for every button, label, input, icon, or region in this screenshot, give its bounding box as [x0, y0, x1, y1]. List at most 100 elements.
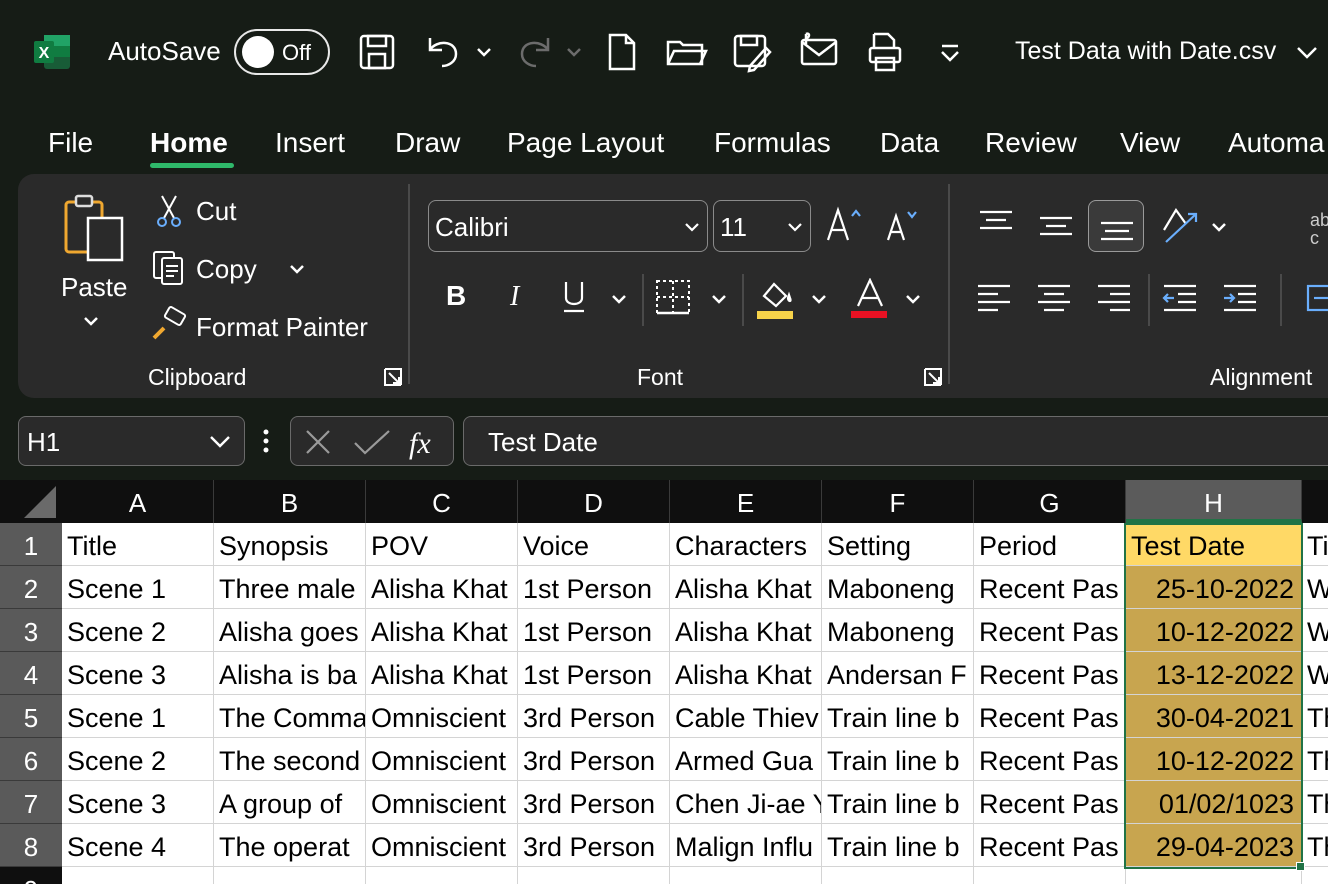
font-launcher-icon[interactable]	[922, 366, 944, 388]
table-cell[interactable]: Recent Pas	[974, 824, 1126, 867]
header-cell[interactable]: POV	[366, 523, 518, 566]
table-cell[interactable]: Omniscient	[366, 695, 518, 738]
tab-insert[interactable]: Insert	[275, 127, 345, 159]
title-chevron-down-icon[interactable]	[1294, 40, 1320, 66]
table-cell[interactable]: 3rd Person	[518, 781, 670, 824]
table-cell[interactable]: Omniscient	[366, 738, 518, 781]
customize-toolbar-icon[interactable]	[930, 30, 970, 74]
table-cell[interactable]: Recent Pas	[974, 566, 1126, 609]
borders-icon[interactable]	[654, 278, 692, 316]
table-cell[interactable]: Alisha Khat	[366, 566, 518, 609]
row-header-1[interactable]: 1	[0, 523, 62, 566]
underline-dropdown-icon[interactable]	[608, 288, 630, 310]
more-options-icon[interactable]	[260, 426, 272, 456]
decrease-font-size-icon[interactable]	[884, 208, 924, 244]
empty-cell[interactable]	[1126, 867, 1302, 884]
table-cell[interactable]: Maboneng	[822, 566, 974, 609]
orientation-dropdown-icon[interactable]	[1208, 216, 1230, 238]
table-cell[interactable]: Scene 2	[62, 738, 214, 781]
table-cell[interactable]: Armed Gua	[670, 738, 822, 781]
table-cell[interactable]: Train line b	[822, 824, 974, 867]
save-as-icon[interactable]	[730, 30, 774, 74]
table-cell[interactable]: 1st Person	[518, 609, 670, 652]
table-cell[interactable]: Train line b	[822, 738, 974, 781]
cut-label[interactable]: Cut	[196, 196, 236, 227]
formula-input[interactable]: Test Date	[463, 416, 1328, 466]
autosave-toggle[interactable]: Off	[234, 29, 330, 75]
column-header-a[interactable]: A	[62, 480, 214, 523]
table-cell[interactable]: Th	[1302, 824, 1328, 867]
tab-home[interactable]: Home	[150, 127, 228, 159]
increase-indent-icon[interactable]	[1222, 280, 1258, 316]
table-cell[interactable]: Omniscient	[366, 824, 518, 867]
copy-dropdown-icon[interactable]	[286, 258, 308, 280]
font-size-combo[interactable]: 11	[713, 200, 811, 252]
row-header-2[interactable]: 2	[0, 566, 62, 609]
merge-center-icon[interactable]	[1306, 280, 1328, 316]
table-cell[interactable]: Alisha Khat	[670, 609, 822, 652]
empty-cell[interactable]	[670, 867, 822, 884]
tab-page-layout[interactable]: Page Layout	[507, 127, 664, 159]
table-cell[interactable]: Maboneng	[822, 609, 974, 652]
empty-cell[interactable]	[822, 867, 974, 884]
header-cell[interactable]: Ti	[1302, 523, 1328, 566]
select-all-corner[interactable]	[0, 480, 62, 523]
table-cell[interactable]: Scene 1	[62, 695, 214, 738]
format-painter-icon[interactable]	[150, 306, 188, 342]
email-icon[interactable]	[798, 30, 842, 74]
table-cell[interactable]: Recent Pas	[974, 781, 1126, 824]
table-cell[interactable]: Train line b	[822, 781, 974, 824]
column-header-f[interactable]: F	[822, 480, 974, 523]
row-header-8[interactable]: 8	[0, 824, 62, 867]
table-cell[interactable]: Recent Pas	[974, 609, 1126, 652]
name-box-chevron-icon[interactable]	[207, 429, 233, 455]
new-file-icon[interactable]	[600, 30, 644, 74]
table-cell[interactable]: Th	[1302, 695, 1328, 738]
excel-logo-icon[interactable]: X	[34, 34, 72, 70]
table-cell[interactable]: Scene 1	[62, 566, 214, 609]
header-cell[interactable]: Characters	[670, 523, 822, 566]
table-cell[interactable]: Scene 4	[62, 824, 214, 867]
insert-function-icon[interactable]: fx	[407, 423, 443, 461]
table-cell[interactable]: Three male	[214, 566, 366, 609]
table-cell[interactable]: Alisha Khat	[366, 609, 518, 652]
table-cell[interactable]: Scene 3	[62, 781, 214, 824]
table-cell[interactable]: Th	[1302, 738, 1328, 781]
empty-cell[interactable]	[1302, 867, 1328, 884]
header-cell[interactable]: Synopsis	[214, 523, 366, 566]
bottom-align-button[interactable]	[1088, 200, 1144, 252]
row-header-4[interactable]: 4	[0, 652, 62, 695]
row-header-5[interactable]: 5	[0, 695, 62, 738]
fill-color-dropdown-icon[interactable]	[808, 288, 830, 310]
column-header-c[interactable]: C	[366, 480, 518, 523]
row-header-9[interactable]: 9	[0, 867, 62, 884]
paste-clipboard-icon[interactable]	[62, 192, 132, 266]
table-cell[interactable]: Alisha Khat	[670, 652, 822, 695]
table-cell[interactable]: Chen Ji-ae Y	[670, 781, 822, 824]
header-cell[interactable]: Title	[62, 523, 214, 566]
table-cell[interactable]: Recent Pas	[974, 652, 1126, 695]
column-header-g[interactable]: G	[974, 480, 1126, 523]
table-cell[interactable]: Malign Influ	[670, 824, 822, 867]
document-title[interactable]: Test Data with Date.csv	[1015, 37, 1276, 66]
decrease-indent-icon[interactable]	[1162, 280, 1198, 316]
table-cell[interactable]: Alisha goes	[214, 609, 366, 652]
table-cell[interactable]: 1st Person	[518, 566, 670, 609]
table-cell[interactable]: Scene 3	[62, 652, 214, 695]
row-header-6[interactable]: 6	[0, 738, 62, 781]
row-header-7[interactable]: 7	[0, 781, 62, 824]
table-cell[interactable]: Recent Pas	[974, 695, 1126, 738]
top-align-icon[interactable]	[976, 206, 1016, 240]
empty-cell[interactable]	[974, 867, 1126, 884]
table-cell[interactable]: Cable Thiev	[670, 695, 822, 738]
table-cell[interactable]: Alisha Khat	[670, 566, 822, 609]
tab-draw[interactable]: Draw	[395, 127, 460, 159]
fill-handle[interactable]	[1296, 862, 1305, 871]
table-cell[interactable]: W	[1302, 652, 1328, 695]
copy-label[interactable]: Copy	[196, 254, 257, 285]
table-cell[interactable]: 3rd Person	[518, 824, 670, 867]
undo-icon[interactable]	[422, 30, 466, 74]
font-name-combo[interactable]: Calibri	[428, 200, 708, 252]
empty-cell[interactable]	[518, 867, 670, 884]
table-cell[interactable]: 3rd Person	[518, 738, 670, 781]
